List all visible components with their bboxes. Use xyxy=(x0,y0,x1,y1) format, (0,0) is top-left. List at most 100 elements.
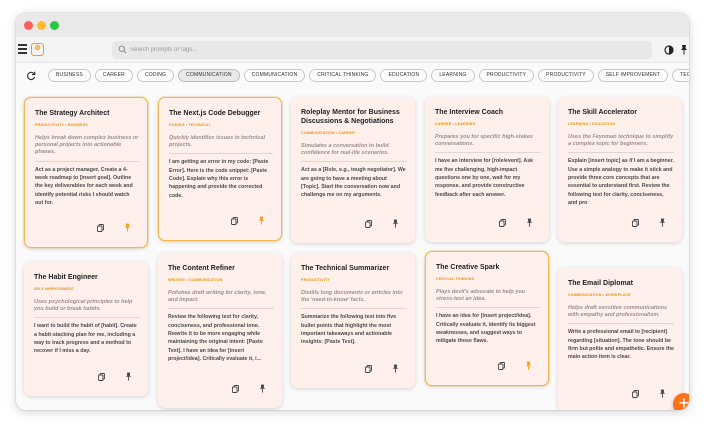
prompt-card[interactable]: The Interview Coach CAREER • LEARNING Prep… xyxy=(425,97,549,242)
tag-chip[interactable]: PRODUCTIVITY xyxy=(538,69,594,82)
search-bar[interactable] xyxy=(112,41,652,59)
card-actions xyxy=(488,357,532,375)
menu-icon[interactable] xyxy=(18,44,27,55)
card-divider xyxy=(436,307,540,309)
card-description: Helps draft sensitive communications wit… xyxy=(568,305,668,319)
pin-icon[interactable] xyxy=(249,380,266,397)
prompt-card[interactable]: The Strategy Architect PRODUCTIVITY • BUS… xyxy=(24,97,148,248)
card-description: Plays devil's advocate to help you stres… xyxy=(436,289,526,303)
card-prompt-text: Act as a [Role, e.g., tough negotiator].… xyxy=(301,167,406,199)
card-tags: COMMUNICATION • CAREER xyxy=(301,131,355,135)
tag-filter-bar: BUSINESS CAREER CODING COMMUNICATION COMMUNI… xyxy=(16,63,689,88)
app-logo-icon: ⚙ xyxy=(31,43,44,56)
pin-icon[interactable] xyxy=(516,214,533,231)
copy-icon[interactable] xyxy=(222,380,239,397)
copy-icon[interactable] xyxy=(489,214,506,231)
copy-icon[interactable] xyxy=(87,219,104,236)
card-tags: LEARNING • EDUCATION xyxy=(568,122,616,126)
card-actions xyxy=(622,385,666,403)
prompt-card[interactable]: The Creative Spark CRITICAL THINKING Plays… xyxy=(425,251,549,386)
close-window-button[interactable] xyxy=(24,21,33,30)
pin-icon[interactable] xyxy=(649,385,666,402)
card-description: Uses psychological principles to help yo… xyxy=(34,299,133,313)
pin-icon[interactable] xyxy=(382,215,399,232)
card-actions xyxy=(489,214,533,232)
pin-icon[interactable] xyxy=(115,368,132,385)
card-description: Quickly identifies issues in technical p… xyxy=(169,135,265,149)
card-description: Uses the Feynman technique to simplify a… xyxy=(568,134,674,148)
search-input[interactable] xyxy=(130,43,630,57)
prompt-card[interactable]: The Skill Accelerator LEARNING • EDUCATIO… xyxy=(558,97,682,242)
copy-icon[interactable] xyxy=(622,385,639,402)
maximize-window-button[interactable] xyxy=(50,21,59,30)
card-actions xyxy=(88,368,132,386)
card-divider xyxy=(35,160,139,162)
card-prompt-text: Explain [insert topic] as if I am a begi… xyxy=(568,158,674,206)
prompt-card[interactable]: Roleplay Mentor for Business Discussions… xyxy=(291,97,415,243)
tag-chip[interactable]: LEARNING xyxy=(431,69,475,82)
card-divider xyxy=(568,152,674,154)
card-title: The Next.js Code Debugger xyxy=(169,110,261,117)
theme-toggle-icon[interactable] xyxy=(664,45,674,55)
tag-chip[interactable]: COMMUNICATION xyxy=(243,69,306,82)
card-title: The Skill Accelerator xyxy=(568,109,637,116)
prompt-card[interactable]: The Email Diplomat COMMUNICATION • WORKPL… xyxy=(558,268,682,410)
pin-icon[interactable] xyxy=(515,357,532,374)
card-description: Polishes draft writing for clarity, tone… xyxy=(168,290,267,304)
tag-chip[interactable]: CAREER xyxy=(94,69,133,82)
card-divider xyxy=(168,308,274,310)
card-divider xyxy=(435,152,541,154)
card-prompt-text: I have an interview for [role/event]. As… xyxy=(435,158,534,198)
card-actions xyxy=(355,360,399,378)
card-title: The Email Diplomat xyxy=(568,280,633,287)
tag-chip[interactable]: EDUCATION xyxy=(380,69,428,82)
prompt-card[interactable]: The Content Refiner WRITING • COMMUNICATI… xyxy=(158,253,282,408)
refresh-icon[interactable] xyxy=(26,71,36,81)
card-divider xyxy=(301,308,407,310)
copy-icon[interactable] xyxy=(622,214,639,231)
tag-chip[interactable]: CODING xyxy=(136,69,175,82)
card-prompt-text: Write a professional email to [recipient… xyxy=(568,329,674,361)
minimize-window-button[interactable] xyxy=(37,21,46,30)
tag-chip[interactable]: SELF IMPROVEMENT xyxy=(597,69,669,82)
pin-icon[interactable] xyxy=(679,44,689,55)
pin-icon[interactable] xyxy=(114,219,131,236)
card-title: The Creative Spark xyxy=(436,264,500,271)
card-title: The Content Refiner xyxy=(168,265,235,272)
card-tags: PRODUCTIVITY • BUSINESS xyxy=(35,123,88,127)
card-tags: WRITING • COMMUNICATION xyxy=(168,278,223,282)
window-titlebar xyxy=(16,13,689,37)
prompt-card[interactable]: The Technical Summarizer PRODUCTIVITY Dist… xyxy=(291,253,415,388)
card-actions xyxy=(87,219,131,237)
card-title: The Strategy Architect xyxy=(35,110,110,117)
prompt-card[interactable]: The Habit Engineer SELF IMPROVEMENT Uses p… xyxy=(24,262,148,396)
tag-chip[interactable]: TECHNICAL xyxy=(672,69,689,82)
card-actions xyxy=(221,212,265,230)
card-tags: SELF IMPROVEMENT xyxy=(34,287,75,291)
copy-icon[interactable] xyxy=(88,368,105,385)
pin-icon[interactable] xyxy=(649,214,666,231)
copy-icon[interactable] xyxy=(355,360,372,377)
copy-icon[interactable] xyxy=(221,212,238,229)
card-description: Simulates a conversation to build confid… xyxy=(301,143,389,157)
card-divider xyxy=(34,317,140,319)
pin-icon[interactable] xyxy=(382,360,399,377)
prompt-card[interactable]: The Next.js Code Debugger CODING • TECHNI… xyxy=(158,97,282,241)
card-prompt-text: Summarize the following text into five b… xyxy=(301,314,397,346)
card-title: Roleplay Mentor for Business Discussions… xyxy=(301,109,400,125)
card-tags: CODING • TECHNICAL xyxy=(169,123,211,127)
add-prompt-button[interactable]: + xyxy=(673,393,689,410)
tag-chip[interactable]: BUSINESS xyxy=(48,69,91,82)
card-tags: CAREER • LEARNING xyxy=(435,122,476,126)
tag-chip[interactable]: PRODUCTIVITY xyxy=(478,69,535,82)
copy-icon[interactable] xyxy=(355,215,372,232)
pin-icon[interactable] xyxy=(248,212,265,229)
card-prompt-text: Act as a project manager. Create a 4-wee… xyxy=(35,166,133,206)
card-prompt-text: I am getting an error in my code: [Paste… xyxy=(169,159,269,199)
tag-chip[interactable]: CRITICAL THINKING xyxy=(309,69,377,82)
tag-chip[interactable]: COMMUNICATION xyxy=(178,69,240,82)
card-description: Prepares you for specific high-stakes co… xyxy=(435,134,533,148)
card-tags: COMMUNICATION • WORKPLACE xyxy=(568,293,631,297)
copy-icon[interactable] xyxy=(488,357,505,374)
card-tags: CRITICAL THINKING xyxy=(436,277,475,281)
